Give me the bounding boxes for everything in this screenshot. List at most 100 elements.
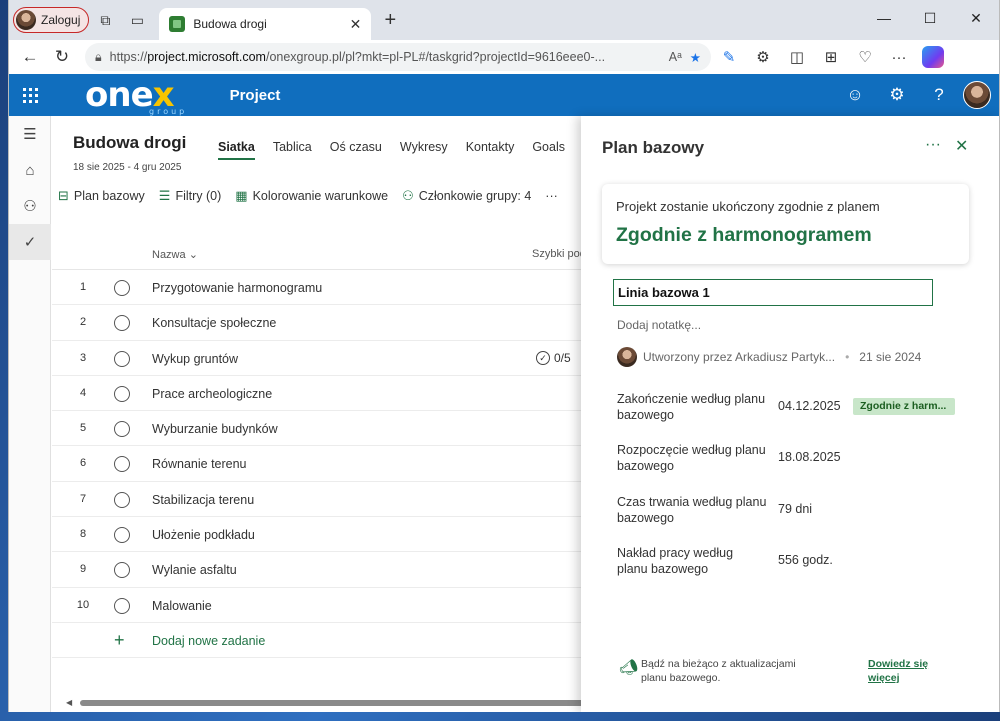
task-complete-circle[interactable] [114,456,130,473]
tab-timeline[interactable]: Oś czasu [330,140,382,160]
table-row[interactable]: 3 Wykup gruntów ✓ 0/5 [52,341,612,376]
table-row[interactable]: 2 Konsultacje społeczne [52,305,612,341]
new-tab-button[interactable]: + [375,5,405,35]
tab-actions-icon[interactable]: ▭ [121,4,153,36]
task-name[interactable]: Przygotowanie harmonogramu [152,281,322,295]
workspaces-icon[interactable]: ⧉ [89,4,121,36]
task-complete-circle[interactable] [114,280,130,296]
maximize-button[interactable]: ☐ [907,0,953,36]
add-note-field[interactable]: Dodaj notatkę... [617,318,701,332]
table-row[interactable]: 6 Równanie terenu [52,446,612,482]
horizontal-scrollbar[interactable]: ◀ [66,698,612,707]
url-text: https://project.microsoft.com/onexgroup.… [109,50,606,64]
feedback-smiley-icon[interactable]: ☺ [837,77,873,113]
task-name[interactable]: Wykup gruntów [152,352,238,366]
tab-charts[interactable]: Wykresy [400,140,448,160]
refresh-button[interactable]: ↻ [47,42,77,72]
browser-essentials-icon[interactable]: ♡ [849,43,881,71]
table-row[interactable]: 5 Wyburzanie budynków [52,411,612,447]
tab-people[interactable]: Kontakty [466,140,515,160]
separator-dot: • [845,350,850,364]
tab-board[interactable]: Tablica [273,140,312,160]
baseline-button[interactable]: ⊟ Plan bazowy [58,188,145,204]
add-task-label: Dodaj nowe zadanie [152,633,266,648]
url-input[interactable]: 🔒︎ https://project.microsoft.com/onexgro… [85,43,711,71]
app-launcher-icon[interactable] [9,74,51,116]
task-name[interactable]: Ułożenie podkładu [152,528,255,542]
task-name[interactable]: Prace archeologiczne [152,387,272,401]
panel-close-icon[interactable]: ✕ [955,136,968,156]
extensions-puzzle-icon[interactable]: ⚙ [747,43,779,71]
baseline-icon: ⊟ [58,188,69,203]
schedule-status-card: Projekt zostanie ukończony zgodnie z pla… [602,184,969,264]
settings-gear-icon[interactable]: ⚙ [879,77,915,113]
checkmark-icon[interactable]: ✓ [9,224,51,260]
group-members-button[interactable]: ⚇ Członkowie grupy: 4 [402,188,531,204]
panel-more-icon[interactable]: ··· [925,136,941,154]
extension-pen-icon[interactable]: ✎ [713,43,745,71]
back-button[interactable]: ← [15,42,45,72]
lock-icon[interactable]: 🔒︎ [95,50,102,65]
browser-tab[interactable]: Budowa drogi ✕ [159,8,372,40]
task-name[interactable]: Równanie terenu [152,457,247,471]
collections-icon[interactable]: ⊞ [815,43,847,71]
task-name[interactable]: Wyburzanie budynków [152,422,278,436]
header-actions: ☺ ⚙ ? [837,74,991,116]
user-avatar[interactable] [963,81,991,109]
task-name[interactable]: Stabilizacja terenu [152,493,254,507]
app-name[interactable]: Project [230,87,281,104]
view-tabs: Siatka Tablica Oś czasu Wykresy Kontakty… [218,140,595,160]
task-name[interactable]: Malowanie [152,599,212,613]
task-complete-circle[interactable] [114,421,130,438]
split-screen-icon[interactable]: ◫ [781,43,813,71]
more-menu-icon[interactable]: ··· [883,43,915,71]
task-complete-circle[interactable] [114,350,130,367]
close-window-button[interactable]: ✕ [953,0,999,36]
tab-grid[interactable]: Siatka [218,140,255,160]
task-complete-circle[interactable] [114,527,130,544]
left-rail: ☰ ⌂ ⚇ ✓ [9,116,51,712]
favorite-star-icon[interactable]: ★ [690,50,701,65]
task-complete-circle[interactable] [114,597,130,614]
task-name[interactable]: Wylanie asfaltu [152,563,237,577]
task-complete-circle[interactable] [114,315,130,332]
column-name-header[interactable]: Nazwa ⌄ [152,248,198,261]
tab-goals[interactable]: Goals [532,140,565,160]
paint-icon: ▦ [235,188,248,203]
home-icon[interactable]: ⌂ [9,152,51,188]
table-row[interactable]: 9 Wylanie asfaltu [52,552,612,588]
baseline-name-field[interactable] [613,279,933,306]
table-row[interactable]: 4 Prace archeologiczne [52,376,612,412]
copilot-icon[interactable] [917,43,949,71]
browser-window: Zaloguj ⧉ ▭ Budowa drogi ✕ + — ☐ ✕ ← ↻ 🔒… [8,0,1000,712]
column-quick-header[interactable]: Szybki pod [532,248,586,260]
table-row[interactable]: 1 Przygotowanie harmonogramu [52,270,612,306]
scroll-left-icon[interactable]: ◀ [66,698,72,707]
table-row[interactable]: 8 Ułożenie podkładu [52,517,612,553]
minimize-button[interactable]: — [861,0,907,36]
help-icon[interactable]: ? [921,77,957,113]
learn-more-link[interactable]: Dowiedz się więcej [868,657,938,685]
table-row[interactable]: 10 Malowanie [52,588,612,623]
add-task-row[interactable]: + Dodaj nowe zadanie [52,623,612,658]
tab-close-icon[interactable]: ✕ [350,16,362,33]
read-aloud-icon[interactable]: Aᵃ [669,50,682,64]
task-complete-circle[interactable] [114,491,130,508]
filters-button[interactable]: ☰ Filtry (0) [159,188,221,204]
toolbar-more-button[interactable]: ··· [545,189,558,203]
creator-avatar [617,347,637,367]
conditional-coloring-button[interactable]: ▦ Kolorowanie warunkowe [235,188,388,204]
person-icon[interactable]: ⚇ [9,188,51,224]
panel-title: Plan bazowy [602,138,705,157]
hamburger-menu-icon[interactable]: ☰ [9,116,51,152]
task-name[interactable]: Konsultacje społeczne [152,316,276,330]
baseline-panel: Plan bazowy ··· ✕ Projekt zostanie ukońc… [581,116,999,712]
profile-label: Zaloguj [41,13,81,27]
task-complete-circle[interactable] [114,562,130,579]
task-complete-circle[interactable] [114,385,130,402]
table-row[interactable]: 7 Stabilizacja terenu [52,482,612,518]
profile-button[interactable]: Zaloguj [13,7,90,33]
status-subtitle: Projekt zostanie ukończony zgodnie z pla… [616,199,880,214]
created-by-row: Utworzony przez Arkadiusz Partyk... • 21… [617,347,921,367]
scrollbar-thumb[interactable] [80,700,600,706]
